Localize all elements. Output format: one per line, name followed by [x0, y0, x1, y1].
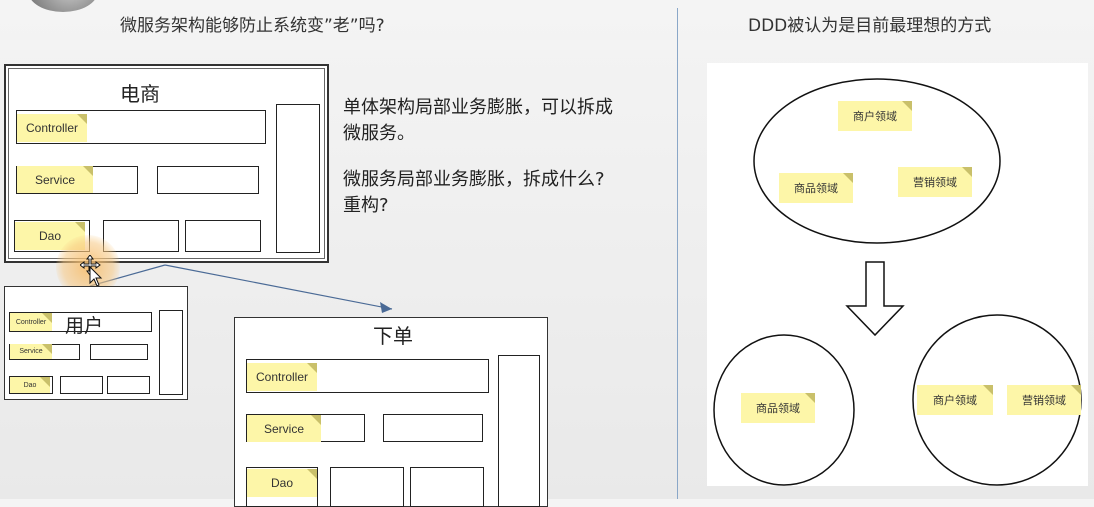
- arrow-down-icon: [845, 261, 905, 337]
- top-product-note: 商品领域: [779, 173, 853, 203]
- bottom-product-note: 商品领域: [741, 393, 815, 423]
- bottom-merchant-note: 商户领域: [917, 385, 993, 415]
- ddd-shapes: [713, 78, 1082, 486]
- bottom-marketing-note: 营销领域: [1007, 385, 1081, 415]
- top-merchant-note: 商户领域: [838, 101, 912, 131]
- top-marketing-note: 营销领域: [898, 167, 972, 197]
